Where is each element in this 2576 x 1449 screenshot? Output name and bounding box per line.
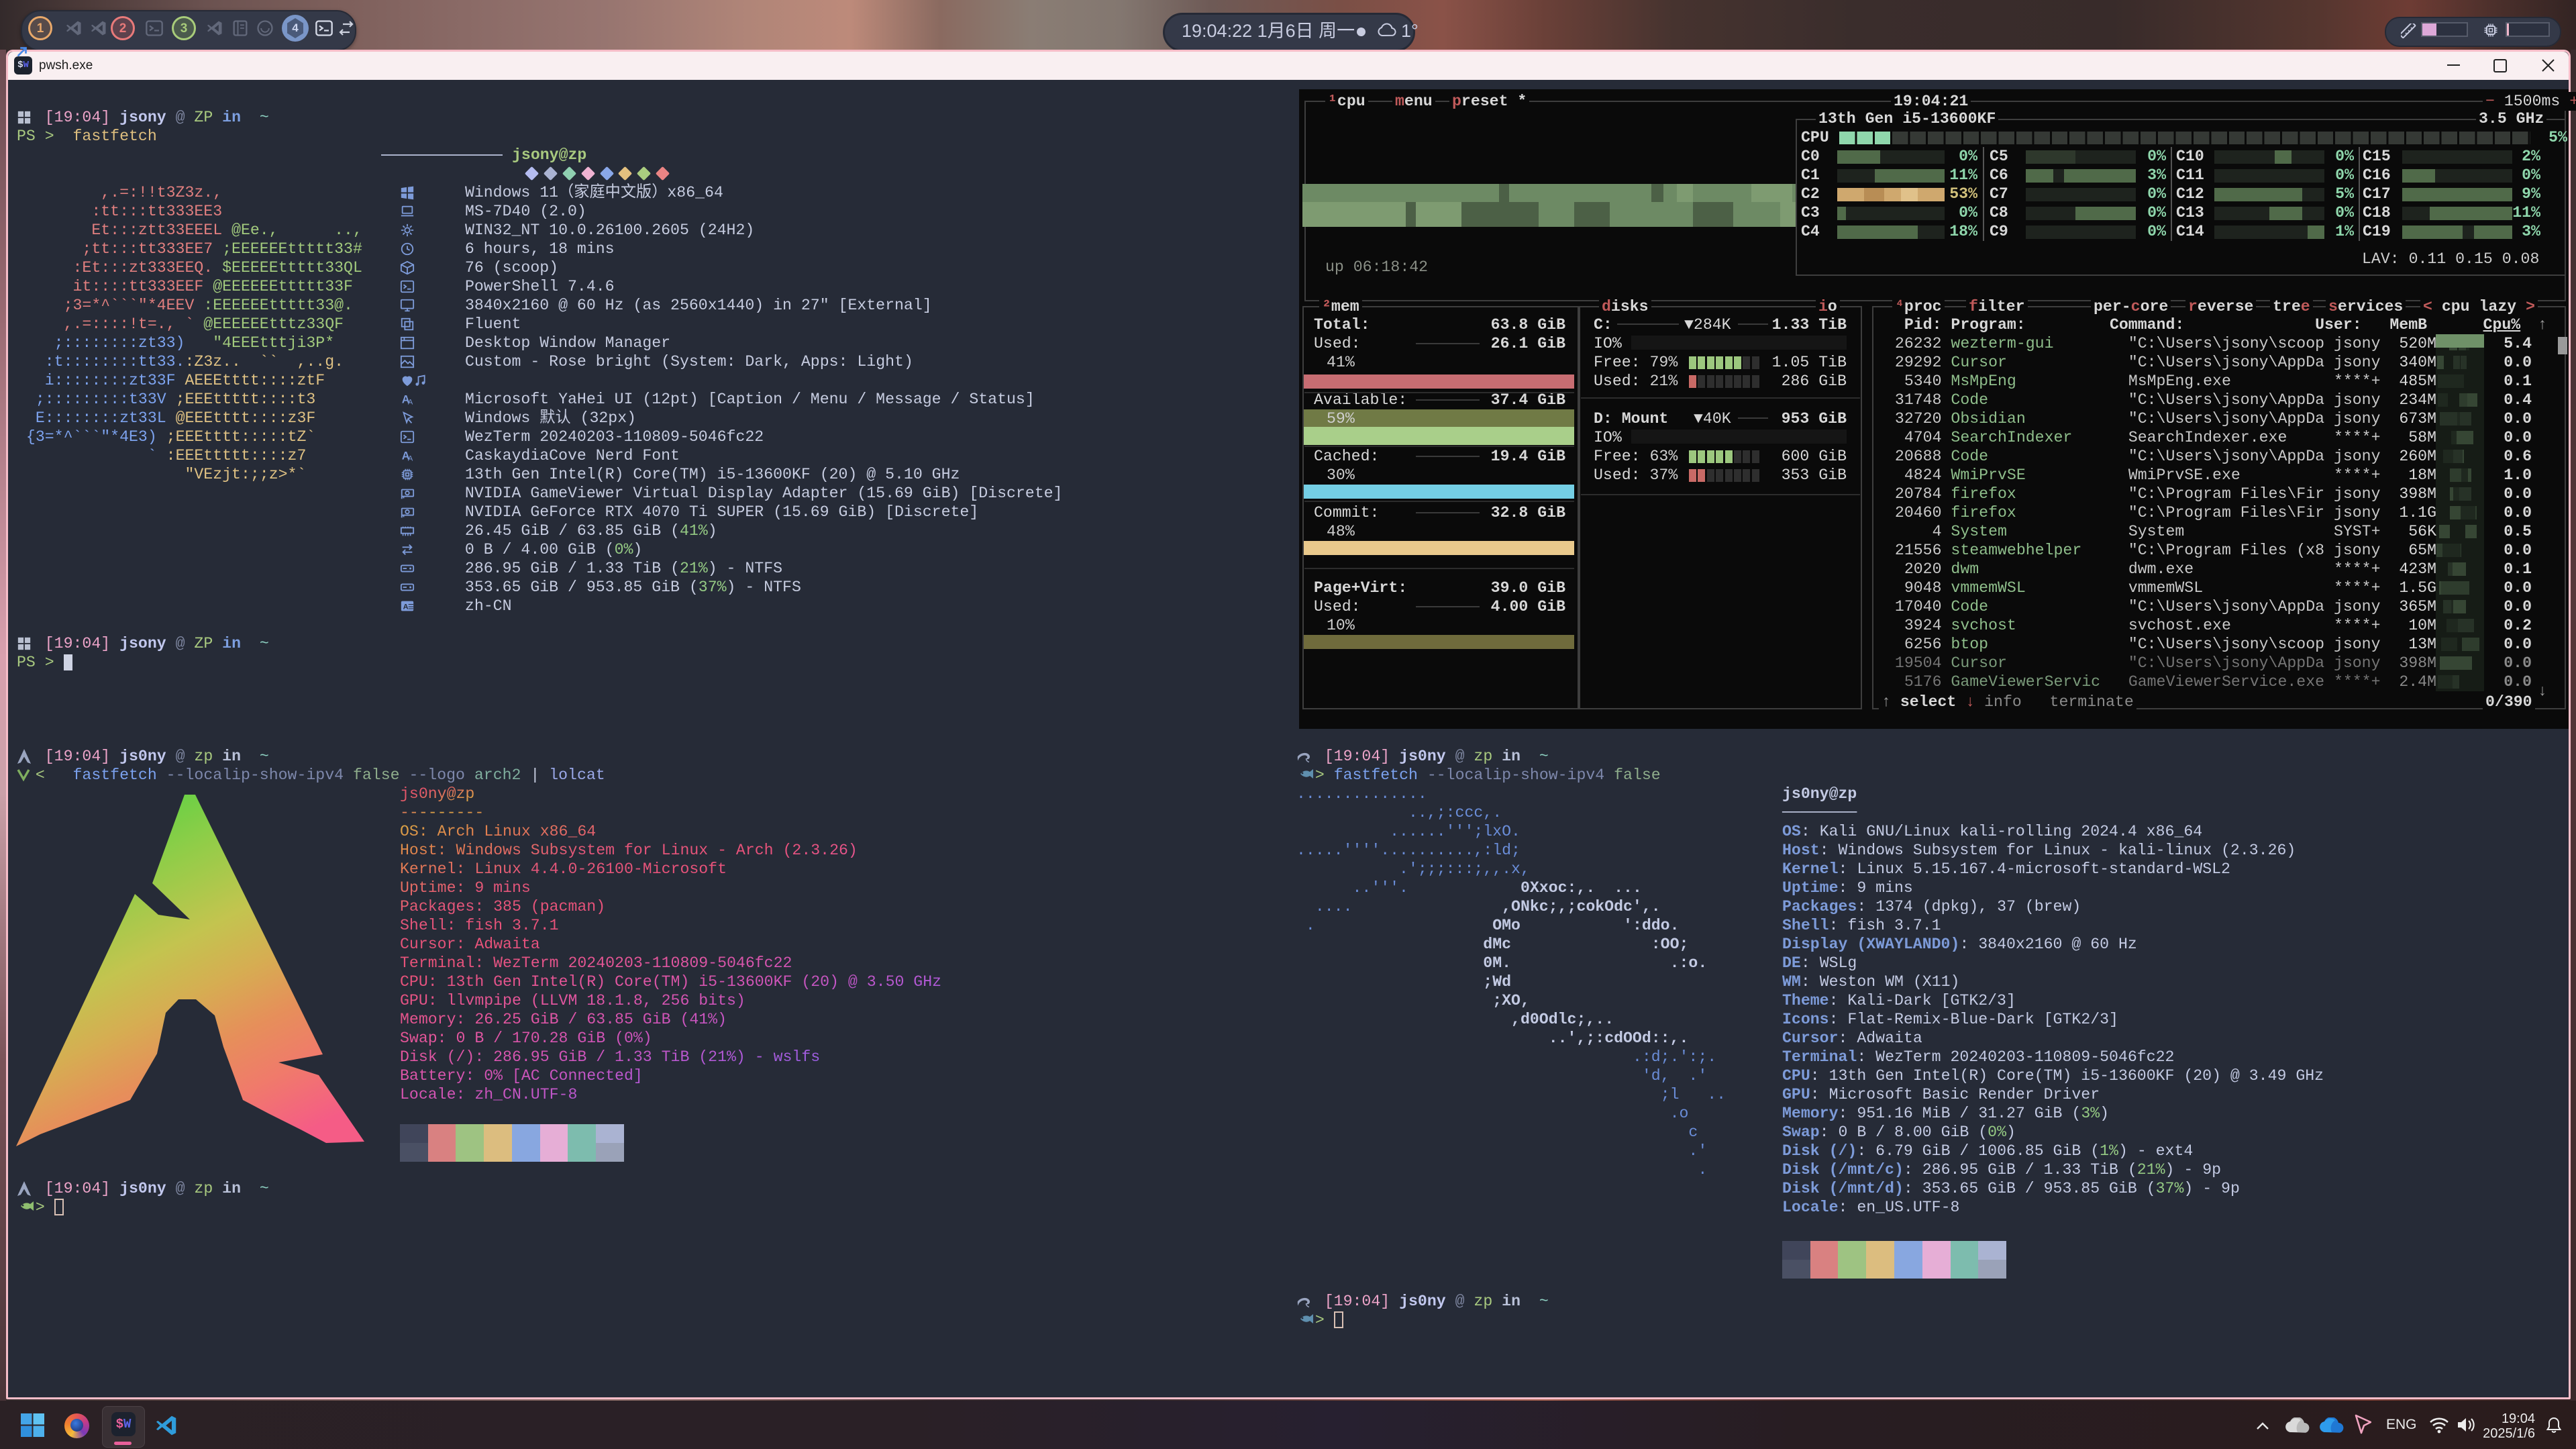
- svg-text:☰: ☰: [408, 604, 414, 611]
- svg-text:A: A: [408, 398, 413, 406]
- svg-text:A: A: [408, 454, 413, 462]
